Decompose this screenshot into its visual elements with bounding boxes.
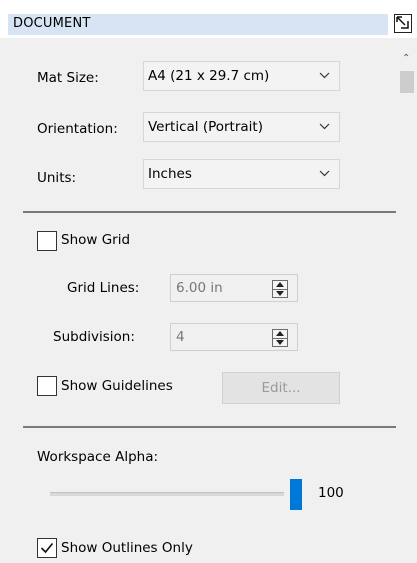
subdivision-input[interactable]: 4 xyxy=(170,323,298,351)
show-grid-checkbox[interactable] xyxy=(37,231,57,251)
scroll-thumb[interactable] xyxy=(400,71,414,93)
show-guidelines-checkbox[interactable] xyxy=(37,376,57,396)
workspace-alpha-slider[interactable] xyxy=(50,492,284,496)
subdivision-spinner[interactable] xyxy=(272,329,288,347)
units-label: Units: xyxy=(37,170,77,186)
chevron-down-icon xyxy=(319,72,330,79)
chevron-down-icon xyxy=(319,170,330,177)
show-grid-label: Show Grid xyxy=(61,232,131,248)
subdivision-label: Subdivision: xyxy=(53,329,135,345)
grid-lines-input[interactable]: 6.00 in xyxy=(170,274,298,302)
spin-up-icon[interactable] xyxy=(276,282,284,287)
spin-down-icon[interactable] xyxy=(276,291,284,296)
units-value: Inches xyxy=(148,166,192,182)
workspace-alpha-value: 100 xyxy=(318,485,344,501)
scroll-up-icon[interactable]: ⌃ xyxy=(402,53,410,64)
orientation-label: Orientation: xyxy=(37,121,118,137)
mat-size-value: A4 (21 x 29.7 cm) xyxy=(148,68,270,84)
mat-size-label: Mat Size: xyxy=(37,70,99,86)
mat-size-select[interactable]: A4 (21 x 29.7 cm) xyxy=(143,61,340,91)
section-divider xyxy=(23,426,396,428)
edit-guidelines-button[interactable]: Edit... xyxy=(222,372,340,404)
subdivision-value: 4 xyxy=(176,329,185,345)
orientation-select[interactable]: Vertical (Portrait) xyxy=(143,112,340,142)
grid-lines-spinner[interactable] xyxy=(272,280,288,298)
expand-icon xyxy=(396,16,410,30)
show-guidelines-label: Show Guidelines xyxy=(61,378,173,394)
section-divider xyxy=(23,211,396,213)
orientation-value: Vertical (Portrait) xyxy=(148,119,263,135)
scrollbar[interactable]: ⌃ xyxy=(396,38,417,563)
slider-thumb[interactable] xyxy=(290,479,302,510)
spin-down-icon[interactable] xyxy=(276,340,284,345)
show-outlines-only-label: Show Outlines Only xyxy=(61,540,193,556)
grid-lines-label: Grid Lines: xyxy=(67,280,140,296)
chevron-down-icon xyxy=(319,123,330,130)
show-outlines-only-checkbox[interactable] xyxy=(37,538,57,558)
panel-title: DOCUMENT xyxy=(13,16,91,31)
workspace-alpha-label: Workspace Alpha: xyxy=(37,449,159,465)
grid-lines-value: 6.00 in xyxy=(176,280,223,296)
units-select[interactable]: Inches xyxy=(143,159,340,189)
spin-up-icon[interactable] xyxy=(276,331,284,336)
expand-button[interactable] xyxy=(394,14,412,33)
checkmark-icon xyxy=(40,542,54,554)
